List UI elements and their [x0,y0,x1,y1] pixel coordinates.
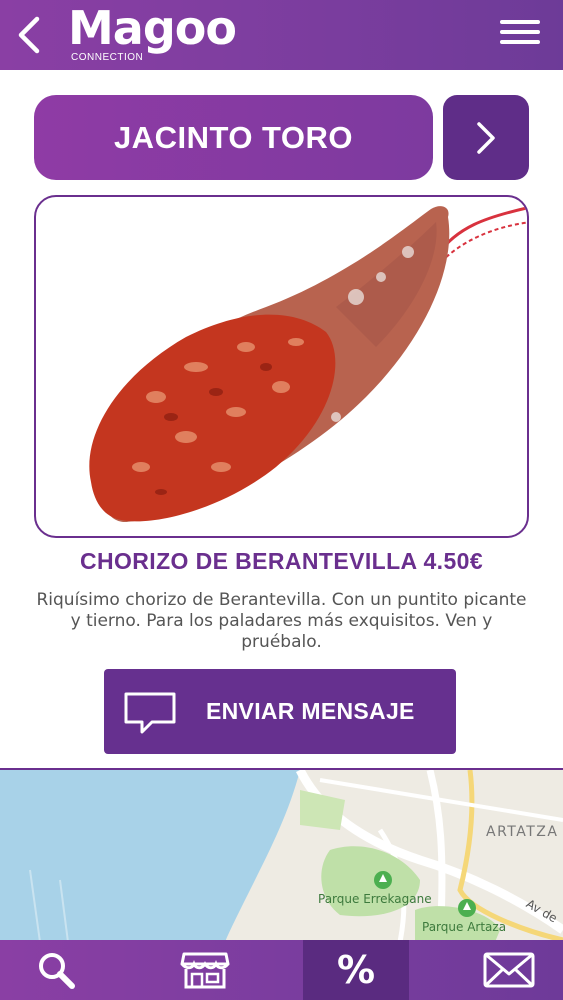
bottom-navigation: % [0,940,563,1000]
chevron-right-icon [477,121,495,154]
store-title-bar: JACINTO TORO [34,95,433,180]
mail-icon [483,952,535,988]
hamburger-menu-icon[interactable] [500,20,542,50]
nav-stores[interactable] [152,940,258,1000]
product-image-frame [34,195,529,538]
logo-text: Magoo [68,1,237,55]
magoo-logo: Magoo CONNECTION [68,1,238,66]
chorizo-image [89,206,527,523]
product-description: Riquísimo chorizo de Berantevilla. Con u… [36,590,527,652]
map-graphic [0,770,563,940]
product-title: CHORIZO DE BERANTEVILLA 4.50€ [79,548,484,574]
location-map[interactable]: ARTATZA Parque Errekagane Parque Artaza … [0,768,563,940]
back-button[interactable] [10,12,46,58]
chevron-left-icon [18,16,40,54]
nav-search[interactable] [3,940,109,1000]
store-icon [180,952,230,989]
percent-icon: % [336,948,376,992]
nav-offers[interactable]: % [303,940,409,1000]
map-label-area: ARTATZA [486,824,559,840]
nav-messages[interactable] [456,940,562,1000]
speech-bubble-icon [124,692,176,734]
app-screen: Magoo CONNECTION JACINTO TORO CHORIZO DE… [0,0,563,1000]
store-name: JACINTO TORO [113,119,354,155]
map-label-park-artaza: Parque Artaza [422,920,507,934]
search-icon [39,953,75,989]
logo-subtext: CONNECTION [71,52,144,63]
app-header: Magoo CONNECTION [0,0,563,70]
map-label-park-errekagane: Parque Errekagane [318,892,432,906]
next-store-button[interactable] [443,95,529,180]
send-message-button[interactable]: ENVIAR MENSAJE [104,669,456,754]
send-message-label: ENVIAR MENSAJE [206,698,415,724]
